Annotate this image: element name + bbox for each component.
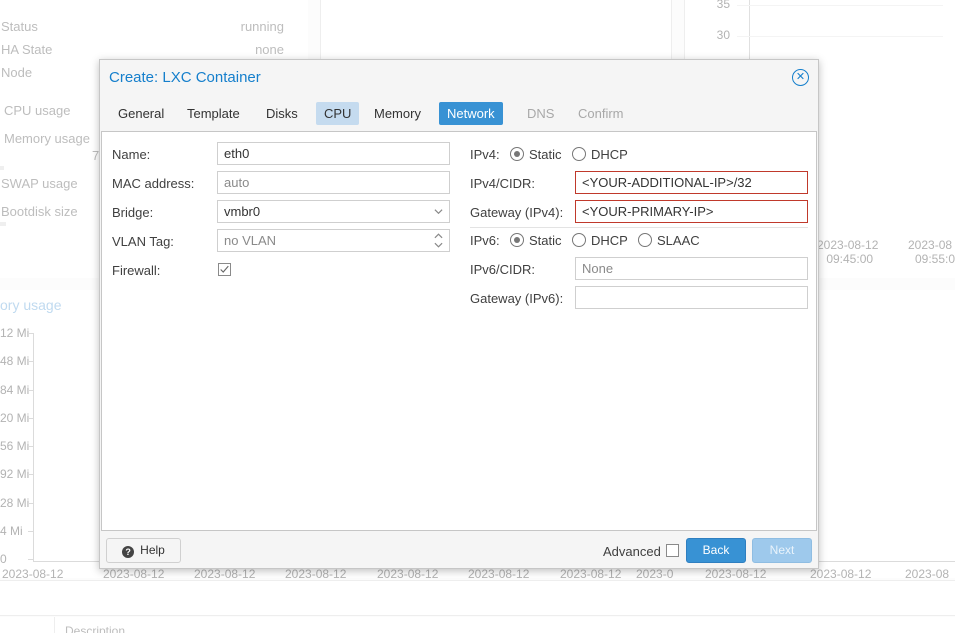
advanced-label: Advanced <box>603 544 661 559</box>
ipv6-label: IPv6: <box>470 233 500 248</box>
tab-template[interactable]: Template <box>179 102 248 125</box>
ipv6-dhcp-radio[interactable] <box>572 233 586 247</box>
ipv4-dhcp-label[interactable]: DHCP <box>591 147 628 162</box>
tab-memory[interactable]: Memory <box>366 102 429 125</box>
bridge-value: vmbr0 <box>224 204 261 219</box>
mac-address-input[interactable]: auto <box>217 171 450 194</box>
tab-dns: DNS <box>527 106 555 121</box>
ipv6-dhcp-label[interactable]: DHCP <box>591 233 628 248</box>
gateway-ipv6-label: Gateway (IPv6): <box>470 291 564 306</box>
ipv6-static-radio[interactable] <box>510 233 524 247</box>
ipv4-cidr-label: IPv4/CIDR: <box>470 176 536 191</box>
spinner-icon[interactable] <box>434 232 443 249</box>
tab-network[interactable]: Network <box>439 102 503 125</box>
ip-section-divider <box>470 227 808 228</box>
tab-cpu[interactable]: CPU <box>316 102 360 125</box>
help-button[interactable]: ? Help <box>106 538 181 563</box>
ipv4-static-radio[interactable] <box>510 147 524 161</box>
next-button: Next <box>752 538 812 563</box>
gateway-ipv6-input[interactable] <box>575 286 808 309</box>
tab-confirm: Confirm <box>578 106 624 121</box>
vlan-tag-input[interactable]: no VLAN <box>217 229 450 252</box>
ipv6-slaac-label[interactable]: SLAAC <box>657 233 700 248</box>
mac-address-label: MAC address: <box>112 176 195 191</box>
name-input[interactable]: eth0 <box>217 142 450 165</box>
dialog-footer: ? Help Advanced Back Next <box>100 532 818 568</box>
chevron-down-icon[interactable] <box>434 207 443 216</box>
ipv4-static-label[interactable]: Static <box>529 147 562 162</box>
gateway-ipv4-input[interactable]: <YOUR-PRIMARY-IP> <box>575 200 808 223</box>
ipv6-slaac-radio[interactable] <box>638 233 652 247</box>
network-form: Name: eth0 MAC address: auto Bridge: vmb… <box>101 131 817 531</box>
advanced-checkbox[interactable] <box>666 544 679 557</box>
dialog-title: Create: LXC Container <box>109 69 261 86</box>
help-icon: ? <box>122 546 135 558</box>
vlan-tag-label: VLAN Tag: <box>112 234 174 249</box>
back-button[interactable]: Back <box>686 538 746 563</box>
firewall-label: Firewall: <box>112 263 161 278</box>
gateway-ipv4-label: Gateway (IPv4): <box>470 205 564 220</box>
vlan-tag-placeholder: no VLAN <box>224 233 277 248</box>
bridge-label: Bridge: <box>112 205 154 220</box>
help-button-label: Help <box>140 543 165 557</box>
name-label: Name: <box>112 147 151 162</box>
tab-disks[interactable]: Disks <box>258 102 306 125</box>
tab-general[interactable]: General <box>110 102 172 125</box>
ipv4-dhcp-radio[interactable] <box>572 147 586 161</box>
checkmark-icon <box>220 265 229 273</box>
create-lxc-dialog: Create: LXC Container ✕ General Template… <box>99 59 819 569</box>
ipv6-cidr-input[interactable]: None <box>575 257 808 280</box>
ipv4-label: IPv4: <box>470 147 500 162</box>
ipv6-static-label[interactable]: Static <box>529 233 562 248</box>
close-icon[interactable]: ✕ <box>792 69 809 86</box>
bridge-select[interactable]: vmbr0 <box>217 200 450 223</box>
ipv6-cidr-label: IPv6/CIDR: <box>470 262 536 277</box>
firewall-checkbox[interactable] <box>218 263 231 276</box>
ipv4-cidr-input[interactable]: <YOUR-ADDITIONAL-IP>/32 <box>575 171 808 194</box>
